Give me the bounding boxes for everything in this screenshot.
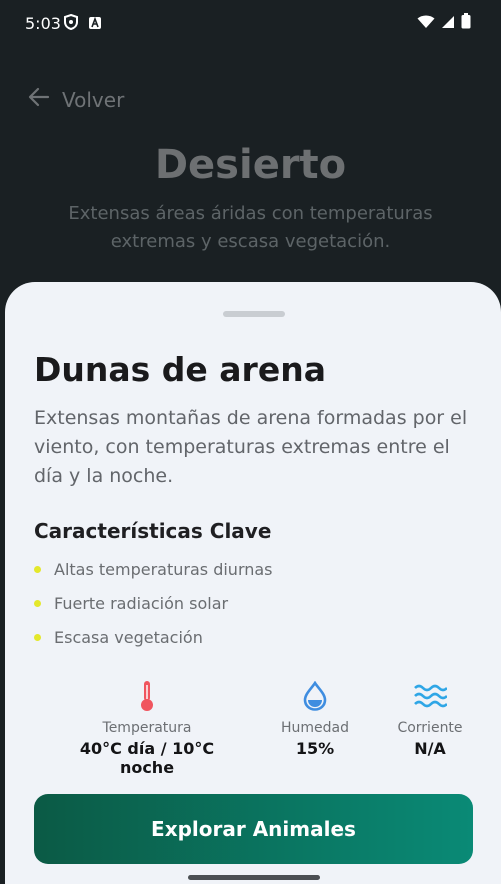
shield-icon: [64, 13, 78, 34]
waves-icon: [384, 678, 476, 714]
stat-current: Corriente N/A: [384, 678, 476, 758]
battery-icon: [461, 13, 471, 33]
sheet-description: Extensas montañas de arena formadas por …: [34, 407, 468, 487]
sheet-title: Dunas de arena: [34, 350, 326, 389]
hero-title: Desierto: [154, 142, 347, 188]
bullet-icon: [34, 599, 41, 607]
stat-label: Temperatura: [102, 720, 192, 736]
stat-temperature: Temperatura 40°C día / 10°C noche: [51, 678, 243, 777]
feature-item: Fuerte radiación solar: [34, 586, 273, 620]
status-right-icons: [417, 13, 471, 33]
feature-list: Altas temperaturas diurnas Fuerte radiac…: [34, 552, 273, 654]
home-indicator[interactable]: [188, 875, 320, 880]
back-button[interactable]: Volver: [28, 86, 124, 113]
bullet-icon: [34, 633, 41, 641]
stat-label: Humedad: [280, 720, 349, 736]
stats-row: Temperatura 40°C día / 10°C noche Humeda…: [5, 678, 501, 777]
signal-icon: [441, 14, 455, 33]
feature-item: Altas temperaturas diurnas: [34, 552, 273, 586]
notification-app-icon: [88, 15, 102, 34]
status-time: 5:03: [25, 14, 61, 33]
stat-value: 40°C día / 10°C noche: [79, 739, 215, 777]
thermometer-icon: [51, 678, 243, 714]
feature-text: Fuerte radiación solar: [54, 593, 229, 613]
stat-value: N/A: [414, 739, 446, 758]
screen: 5:03 Volver Desierto Extensas áreas árid…: [0, 0, 501, 884]
bullet-icon: [34, 565, 41, 573]
status-bar: 5:03: [0, 8, 501, 38]
stat-label: Corriente: [397, 720, 463, 736]
feature-text: Escasa vegetación: [54, 627, 203, 647]
arrow-left-icon: [28, 86, 50, 113]
stat-value: 15%: [295, 739, 335, 758]
bottom-sheet: Dunas de arena Extensas montañas de aren…: [5, 282, 501, 884]
status-left-icons: [64, 13, 102, 34]
feature-text: Altas temperaturas diurnas: [54, 559, 273, 579]
hero-description: Extensas áreas áridas con temperaturas e…: [68, 203, 433, 252]
water-drop-icon: [275, 678, 355, 714]
features-title: Características Clave: [34, 519, 272, 543]
feature-item: Escasa vegetación: [34, 620, 273, 654]
drag-handle[interactable]: [223, 311, 285, 317]
explore-animals-button[interactable]: Explorar Animales: [34, 794, 473, 864]
stat-humidity: Humedad 15%: [275, 678, 355, 758]
wifi-icon: [417, 14, 435, 33]
back-label: Volver: [62, 87, 125, 112]
